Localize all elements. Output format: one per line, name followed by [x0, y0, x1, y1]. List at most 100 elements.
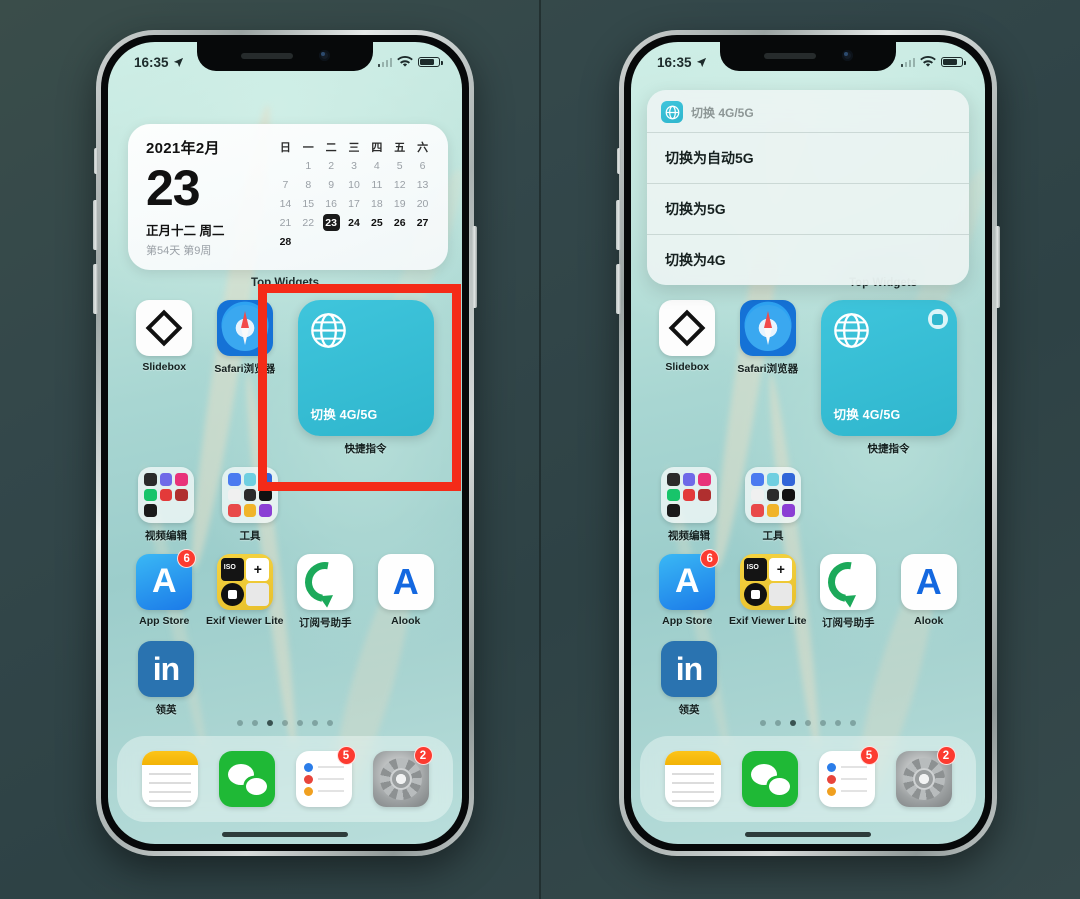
- linkedin-icon[interactable]: in: [138, 641, 194, 697]
- volume-up-button[interactable]: [93, 200, 98, 250]
- shortcut-widget-cell[interactable]: 切换 4G/5G 快捷指令: [285, 300, 446, 456]
- app-label: Safari浏览器: [214, 363, 276, 375]
- folder-mini-icon: [144, 473, 157, 486]
- dingyuehao-icon[interactable]: [820, 554, 877, 610]
- alook-icon[interactable]: A: [900, 554, 957, 610]
- page-dot[interactable]: [282, 720, 288, 726]
- page-dot[interactable]: [760, 720, 766, 726]
- page-dot[interactable]: [775, 720, 781, 726]
- app-label: App Store: [662, 615, 713, 627]
- folder-mini-icon: [698, 473, 711, 486]
- dingyuehao-icon[interactable]: [297, 554, 354, 610]
- slidebox-icon[interactable]: [136, 300, 193, 356]
- silent-switch[interactable]: [617, 148, 621, 174]
- folder-tools[interactable]: 工具: [731, 467, 815, 543]
- calendar-weekday: 五: [394, 141, 406, 154]
- app-slidebox[interactable]: Slidebox: [647, 300, 728, 456]
- app-alook[interactable]: A Alook: [366, 554, 447, 630]
- page-dot[interactable]: [237, 720, 243, 726]
- shortcut-widget-4g5g[interactable]: 切换 4G/5G: [297, 300, 434, 436]
- dock-settings[interactable]: 2: [895, 746, 956, 807]
- volume-down-button[interactable]: [93, 264, 98, 314]
- home-indicator[interactable]: [222, 832, 348, 837]
- page-dot[interactable]: [820, 720, 826, 726]
- volume-down-button[interactable]: [616, 264, 621, 314]
- calendar-day-cell: 6: [419, 159, 426, 172]
- folder-tools[interactable]: 工具: [208, 467, 292, 543]
- calendar-day-cell: 14: [279, 197, 292, 210]
- app-dingyuehao[interactable]: 订阅号助手: [808, 554, 889, 630]
- page-dot[interactable]: [835, 720, 841, 726]
- app-app-store[interactable]: 6 A App Store: [647, 549, 728, 630]
- folder-icon[interactable]: [745, 467, 801, 523]
- power-button[interactable]: [995, 226, 1000, 308]
- app-label: 领英: [155, 704, 177, 716]
- widget-section-label: Top Widgets: [250, 277, 320, 289]
- calendar-month: 2021年2月: [146, 140, 220, 157]
- folder-mini-icon: [228, 488, 241, 502]
- calendar-weekday: 四: [371, 141, 383, 154]
- app-row-1: Slidebox Safari浏览器 切换 4G/5G 快捷指令: [647, 300, 969, 456]
- folder-mini-icon: [751, 504, 764, 517]
- shortcut-widget-cell[interactable]: 切换 4G/5G 快捷指令: [808, 300, 969, 456]
- exif-viewer-icon[interactable]: [739, 554, 796, 610]
- slidebox-icon[interactable]: [659, 300, 716, 356]
- folder-video-editing[interactable]: 视频编辑: [647, 467, 731, 543]
- dock-notes[interactable]: [664, 751, 721, 807]
- silent-switch[interactable]: [94, 148, 98, 174]
- folder-icon[interactable]: [661, 467, 717, 523]
- app-app-store[interactable]: 6 A App Store: [124, 549, 205, 630]
- dock-reminders[interactable]: 5: [818, 746, 879, 807]
- page-dot[interactable]: [805, 720, 811, 726]
- context-menu-item-auto-5g[interactable]: 切换为自动5G: [647, 132, 969, 183]
- safari-icon[interactable]: [216, 300, 273, 356]
- folder-icon[interactable]: [138, 467, 194, 523]
- badge-count: 6: [700, 549, 720, 568]
- dock-reminders[interactable]: 5: [295, 746, 356, 807]
- wechat-icon[interactable]: [741, 751, 798, 807]
- page-dot[interactable]: [790, 720, 796, 726]
- volume-up-button[interactable]: [616, 200, 621, 250]
- app-safari[interactable]: Safari浏览器: [205, 300, 286, 456]
- calendar-day-cell: 16: [325, 197, 337, 210]
- app-label: Alook: [391, 615, 421, 627]
- folder-icon[interactable]: [222, 467, 278, 523]
- folder-video-editing[interactable]: 视频编辑: [124, 467, 208, 543]
- page-dot[interactable]: [327, 720, 333, 726]
- exif-viewer-icon[interactable]: [216, 554, 273, 610]
- page-dot[interactable]: [850, 720, 856, 726]
- notes-icon[interactable]: [664, 751, 721, 807]
- safari-icon[interactable]: [739, 300, 796, 356]
- context-menu-item-4g[interactable]: 切换为4G: [647, 234, 969, 285]
- wechat-icon[interactable]: [218, 751, 275, 807]
- page-dot[interactable]: [267, 720, 273, 726]
- app-slidebox[interactable]: Slidebox: [124, 300, 205, 456]
- home-indicator[interactable]: [745, 832, 871, 837]
- page-dot[interactable]: [312, 720, 318, 726]
- dock-wechat[interactable]: [218, 751, 275, 807]
- shortcut-widget-4g5g[interactable]: 切换 4G/5G: [820, 300, 957, 436]
- linkedin-icon[interactable]: in: [661, 641, 717, 697]
- app-exif-viewer[interactable]: Exif Viewer Lite: [728, 554, 809, 630]
- context-menu-item-5g[interactable]: 切换为5G: [647, 183, 969, 234]
- app-alook[interactable]: A Alook: [889, 554, 970, 630]
- page-dots[interactable]: [631, 720, 985, 726]
- page-dot[interactable]: [252, 720, 258, 726]
- app-linkedin[interactable]: in 领英: [647, 641, 731, 717]
- app-linkedin[interactable]: in 领英: [124, 641, 208, 717]
- calendar-widget[interactable]: 2021年2月 23 正月十二 周二 第54天 第9周 日一二三四五六.1234…: [128, 124, 448, 270]
- app-dingyuehao[interactable]: 订阅号助手: [285, 554, 366, 630]
- app-exif-viewer[interactable]: Exif Viewer Lite: [205, 554, 286, 630]
- power-button[interactable]: [472, 226, 477, 308]
- folder-mini-icon: [259, 504, 272, 517]
- app-label: 视频编辑: [668, 530, 710, 542]
- alook-icon[interactable]: A: [377, 554, 434, 610]
- notes-icon[interactable]: [141, 751, 198, 807]
- dock-settings[interactable]: 2: [372, 746, 433, 807]
- dock-notes[interactable]: [141, 751, 198, 807]
- dock-wechat[interactable]: [741, 751, 798, 807]
- page-dots[interactable]: [108, 720, 462, 726]
- folder-mini-icon: [160, 504, 173, 517]
- page-dot[interactable]: [297, 720, 303, 726]
- app-safari[interactable]: Safari浏览器: [728, 300, 809, 456]
